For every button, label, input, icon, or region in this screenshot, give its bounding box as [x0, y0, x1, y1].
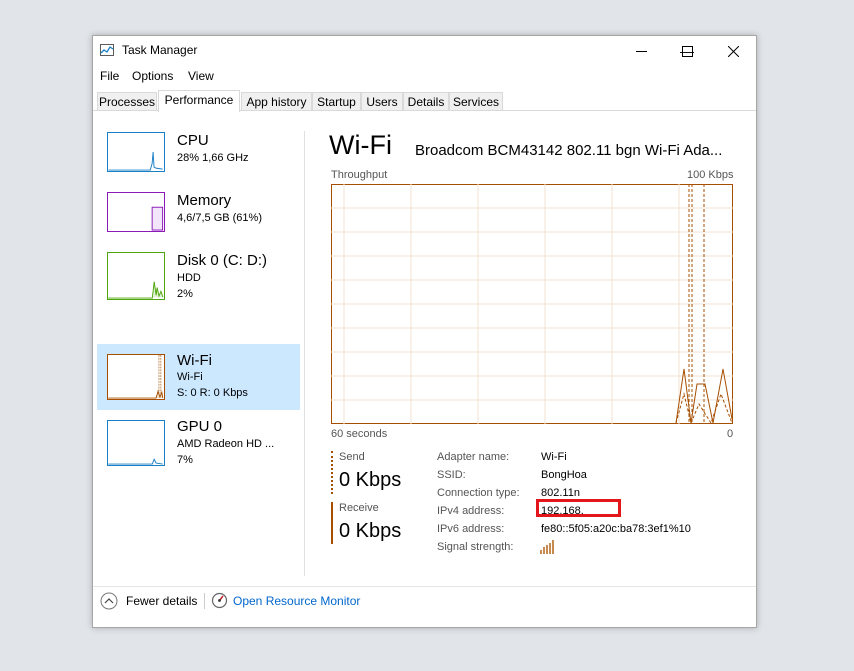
minimize-button-2[interactable] — [618, 36, 664, 66]
close-icon — [727, 45, 739, 57]
send-label: Send — [339, 451, 365, 463]
sidebar-item-title: Memory — [177, 192, 232, 209]
sidebar-item-memory[interactable]: Memory 4,6/7,5 GB (61%) — [97, 188, 300, 252]
adapter-name-value: Wi-Fi — [541, 451, 567, 463]
minimize-icon-glyph — [635, 50, 647, 52]
send-indicator — [331, 451, 335, 494]
menu-file[interactable]: File — [100, 69, 119, 83]
throughput-label: Throughput — [331, 169, 388, 181]
close-button[interactable] — [710, 36, 756, 66]
sidebar-item-cpu[interactable]: CPU 28% 1,66 GHz — [97, 128, 300, 192]
performance-sidebar: CPU 28% 1,66 GHz Memory 4,6/7,5 GB (61%)… — [93, 111, 303, 571]
graph-zero-label: 0 — [727, 428, 734, 440]
page-title: Wi-Fi — [329, 130, 392, 160]
maximize-icon — [681, 45, 693, 57]
receive-indicator — [331, 502, 333, 544]
sidebar-item-wifi[interactable]: Wi-Fi Wi-Fi S: 0 R: 0 Kbps — [97, 344, 300, 410]
fewer-details-label: Fewer details — [126, 594, 198, 608]
ssid-label: SSID: — [437, 469, 466, 481]
task-manager-icon — [100, 44, 114, 56]
connection-type-label: Connection type: — [437, 487, 520, 499]
sidebar-item-detail: Wi-Fi — [177, 371, 203, 383]
max-scale-label: 100 Kbps — [687, 169, 734, 181]
tab-services[interactable]: Services — [449, 92, 503, 110]
gpu-thumbnail-graph — [107, 420, 165, 466]
sidebar-item-detail: 2% — [177, 288, 193, 300]
adapter-name-label: Adapter name: — [437, 451, 510, 463]
memory-thumbnail-graph — [107, 192, 165, 232]
footer-separator — [204, 593, 205, 609]
tab-performance[interactable]: Performance — [158, 90, 240, 112]
adapter-description: Broadcom BCM43142 802.11 bgn Wi-Fi Ada..… — [415, 142, 723, 159]
receive-value: 0 Kbps — [339, 520, 402, 542]
task-manager-window: Task Manager — File Options View Process… — [92, 35, 757, 628]
cpu-thumbnail-graph — [107, 132, 165, 172]
sidebar-item-title: Wi-Fi — [177, 352, 212, 369]
ipv4-highlight-box — [536, 499, 621, 517]
disk-thumbnail-graph — [107, 252, 165, 300]
sidebar-item-title: Disk 0 (C: D:) — [177, 252, 267, 269]
sidebar-item-detail: 4,6/7,5 GB (61%) — [177, 212, 262, 224]
footer-divider — [93, 586, 756, 587]
sidebar-item-detail: AMD Radeon HD ... — [177, 438, 275, 450]
tab-users[interactable]: Users — [361, 92, 403, 110]
open-resource-monitor-label: Open Resource Monitor — [233, 594, 361, 608]
ipv6-label: IPv6 address: — [437, 523, 505, 535]
sidebar-item-title: CPU — [177, 132, 209, 149]
ssid-value: BongHoa — [541, 469, 587, 481]
sidebar-item-detail: 28% 1,66 GHz — [177, 152, 249, 164]
ipv4-label: IPv4 address: — [437, 505, 505, 517]
tab-processes[interactable]: Processes — [97, 92, 157, 110]
chevron-up-icon — [100, 592, 118, 610]
send-value: 0 Kbps — [339, 469, 402, 491]
signal-strength-icon — [540, 540, 554, 554]
throughput-graph — [331, 184, 733, 424]
sidebar-divider — [304, 131, 305, 576]
sidebar-item-disk[interactable]: Disk 0 (C: D:) HDD 2% — [97, 248, 300, 312]
resource-monitor-icon — [211, 592, 228, 609]
connection-type-value: 802.11n — [541, 487, 580, 499]
signal-strength-label: Signal strength: — [437, 541, 514, 553]
sidebar-item-title: GPU 0 — [177, 418, 223, 435]
wifi-thumbnail-graph — [107, 354, 165, 400]
time-span-label: 60 seconds — [331, 428, 388, 440]
tab-app-history[interactable]: App history — [241, 92, 312, 110]
receive-label: Receive — [339, 502, 379, 514]
menu-options[interactable]: Options — [132, 69, 173, 83]
menu-view[interactable]: View — [188, 69, 214, 83]
maximize-button[interactable] — [664, 36, 710, 66]
window-title: Task Manager — [122, 43, 198, 57]
sidebar-item-gpu[interactable]: GPU 0 AMD Radeon HD ... 7% — [97, 414, 300, 478]
tab-details[interactable]: Details — [403, 92, 449, 110]
sidebar-item-detail: HDD — [177, 272, 201, 284]
tab-startup[interactable]: Startup — [312, 92, 361, 110]
sidebar-item-detail: S: 0 R: 0 Kbps — [177, 387, 248, 399]
sidebar-item-detail: 7% — [177, 454, 193, 466]
ipv6-value: fe80::5f05:a20c:ba78:3ef1%10 — [541, 523, 691, 535]
